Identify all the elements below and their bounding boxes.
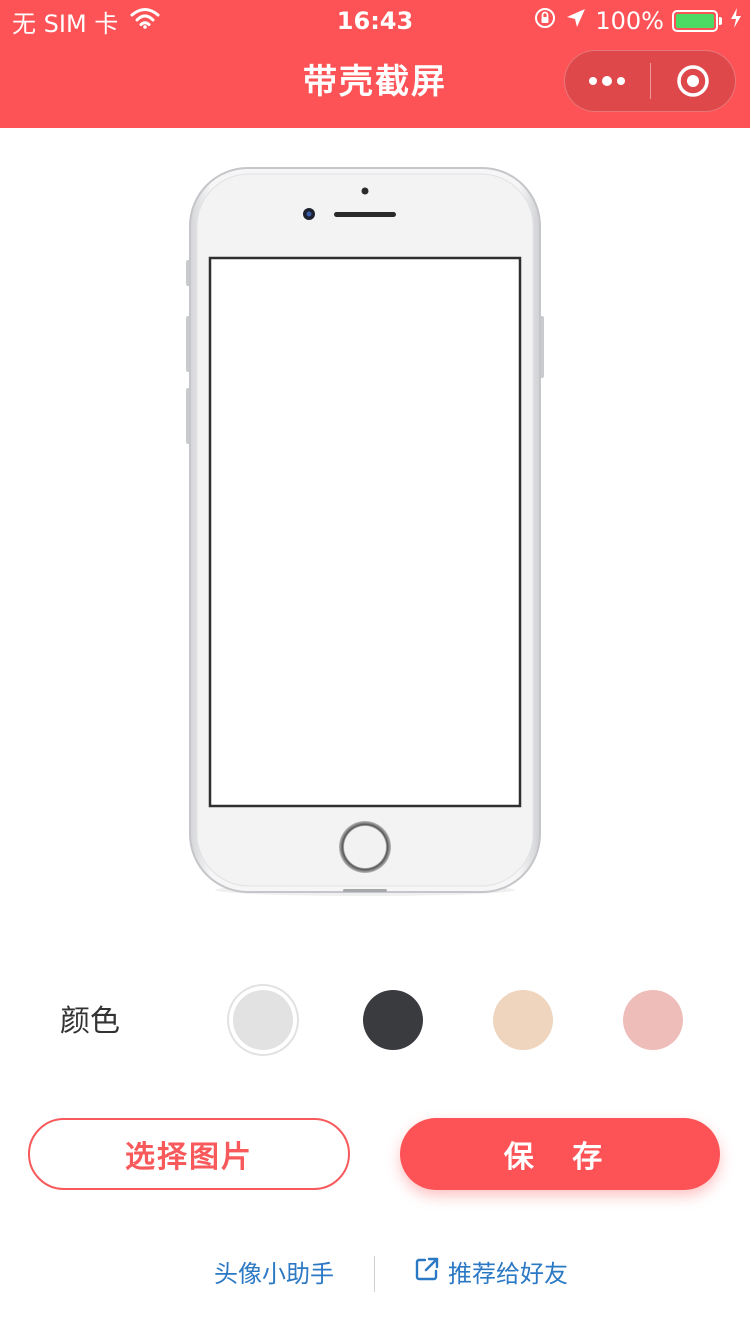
color-swatch-space-gray[interactable] [363, 990, 423, 1050]
more-button[interactable] [565, 51, 650, 111]
share-external-icon [414, 1256, 440, 1292]
charging-icon [730, 7, 742, 35]
recommend-to-friend-link[interactable]: 推荐给好友 [414, 1256, 568, 1292]
battery-icon [672, 10, 722, 32]
phone-frame-preview [185, 166, 545, 898]
select-image-button[interactable]: 选择图片 [28, 1118, 350, 1190]
color-swatch-gold[interactable] [493, 990, 553, 1050]
links-divider [374, 1256, 375, 1292]
app-header: 无 SIM 卡 16:43 100% 带壳截屏 [0, 0, 750, 128]
avatar-helper-link[interactable]: 头像小助手 [214, 1256, 334, 1292]
color-swatch-rose-gold[interactable] [623, 990, 683, 1050]
color-swatch-silver[interactable] [233, 990, 293, 1050]
recommend-label: 推荐给好友 [448, 1260, 568, 1288]
save-button[interactable]: 保 存 [400, 1118, 720, 1190]
location-icon [565, 7, 587, 35]
color-label: 颜色 [60, 1004, 120, 1039]
more-dots-icon [589, 76, 626, 86]
rotation-lock-icon [533, 6, 557, 36]
target-close-icon [677, 65, 709, 97]
close-button[interactable] [651, 51, 736, 111]
status-right: 100% [533, 6, 742, 36]
mini-program-capsule [564, 50, 736, 112]
battery-percent: 100% [595, 7, 664, 35]
